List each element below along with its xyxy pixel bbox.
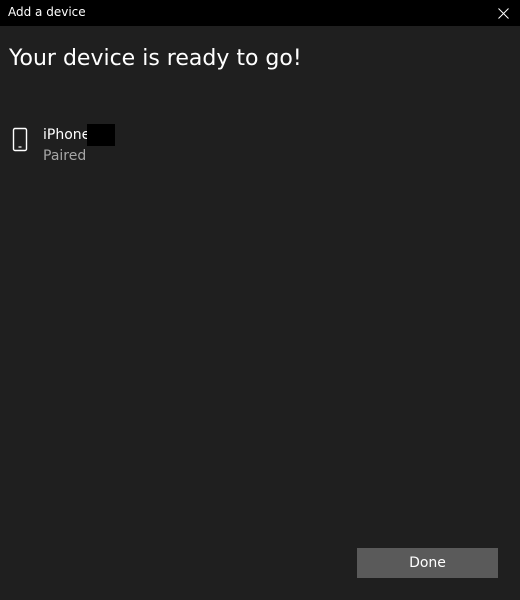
device-list-item[interactable]: iPhone Paired — [9, 122, 269, 170]
redacted-text-block — [87, 124, 115, 146]
window-title: Add a device — [8, 5, 86, 19]
device-status: Paired — [43, 148, 87, 164]
close-icon — [497, 7, 509, 19]
title-bar[interactable]: Add a device — [0, 0, 520, 26]
done-button[interactable]: Done — [357, 548, 498, 578]
close-button[interactable] — [486, 0, 520, 26]
add-device-dialog: Add a device Your device is ready to go!… — [0, 0, 520, 600]
phone-icon — [12, 127, 28, 152]
page-title: Your device is ready to go! — [9, 46, 302, 71]
device-name: iPhone — [43, 127, 91, 143]
